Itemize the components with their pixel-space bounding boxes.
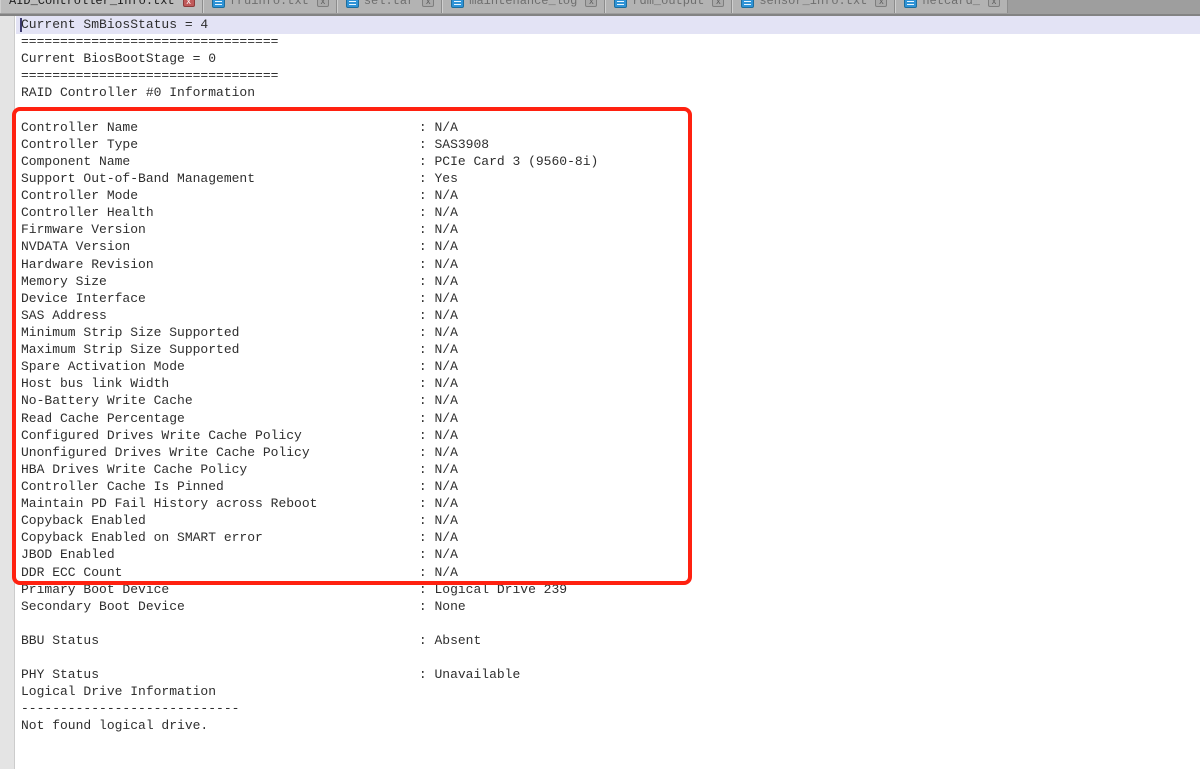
editor-line-kv[interactable]: Maintain PD Fail History across Reboot :… (21, 495, 1200, 512)
editor-line[interactable] (21, 102, 1200, 119)
editor-line-kv[interactable]: Support Out-of-Band Management : Yes (21, 170, 1200, 187)
close-icon[interactable]: x (988, 0, 1000, 7)
editor-line[interactable]: ---------------------------- (21, 700, 1200, 717)
tab-sensor-info-txt[interactable]: sensor_info.txt x (732, 0, 895, 13)
app-window: AID_Controller_Info.txtxfruinfo.txtxsel.… (0, 0, 1200, 769)
editor-line-kv[interactable]: Memory Size : N/A (21, 273, 1200, 290)
editor-pane[interactable]: Current SmBiosStatus = 4================… (0, 16, 1200, 769)
editor-line-kv[interactable]: PHY Status : Unavailable (21, 666, 1200, 683)
tab-aid-controller-info-txt[interactable]: AID_Controller_Info.txt x (0, 0, 203, 13)
tab-label: sensor_info.txt (759, 0, 867, 8)
tabs-row: AID_Controller_Info.txtxfruinfo.txtxsel.… (0, 0, 1008, 13)
editor-line-kv[interactable]: JBOD Enabled : N/A (21, 546, 1200, 563)
editor-line[interactable] (21, 615, 1200, 632)
editor-line-kv[interactable]: Hardware Revision : N/A (21, 256, 1200, 273)
editor-line-kv[interactable]: Device Interface : N/A (21, 290, 1200, 307)
tab-bar: AID_Controller_Info.txtxfruinfo.txtxsel.… (0, 0, 1200, 16)
editor-line-kv[interactable]: Copyback Enabled : N/A (21, 512, 1200, 529)
editor-line[interactable]: ================================= (21, 33, 1200, 50)
editor-line[interactable]: RAID Controller #0 Information (21, 84, 1200, 101)
editor-line-kv[interactable]: Copyback Enabled on SMART error : N/A (21, 529, 1200, 546)
editor-line-kv[interactable]: Secondary Boot Device : None (21, 598, 1200, 615)
editor-line-kv[interactable]: SAS Address : N/A (21, 307, 1200, 324)
editor-line-kv[interactable]: HBA Drives Write Cache Policy : N/A (21, 461, 1200, 478)
editor-line-kv[interactable]: Spare Activation Mode : N/A (21, 358, 1200, 375)
editor-line-kv[interactable]: Controller Health : N/A (21, 204, 1200, 221)
editor-line-kv[interactable]: Firmware Version : N/A (21, 221, 1200, 238)
editor-line[interactable] (21, 649, 1200, 666)
editor-line-kv[interactable]: Minimum Strip Size Supported : N/A (21, 324, 1200, 341)
editor-line-kv[interactable]: Controller Cache Is Pinned : N/A (21, 478, 1200, 495)
editor-line-kv[interactable]: No-Battery Write Cache : N/A (21, 392, 1200, 409)
close-icon[interactable]: x (317, 0, 329, 7)
close-icon[interactable]: x (712, 0, 724, 7)
tab-maintenance-log[interactable]: maintenance_log x (442, 0, 605, 13)
tab-label: AID_Controller_Info.txt (9, 0, 175, 8)
editor-line[interactable]: Current SmBiosStatus = 4 (21, 16, 1200, 33)
close-icon[interactable]: x (422, 0, 434, 7)
file-icon (212, 0, 225, 8)
editor-bookmark-margin (0, 16, 15, 769)
editor-line-kv[interactable]: Controller Name : N/A (21, 119, 1200, 136)
tab-label: maintenance_log (469, 0, 577, 8)
tab-fruinfo-txt[interactable]: fruinfo.txt x (203, 0, 337, 13)
editor-line-kv[interactable]: Component Name : PCIe Card 3 (9560-8i) (21, 153, 1200, 170)
editor-line[interactable]: ================================= (21, 67, 1200, 84)
editor-line-kv[interactable]: Controller Type : SAS3908 (21, 136, 1200, 153)
tab-label: sel.tar (364, 0, 414, 8)
file-icon (451, 0, 464, 8)
tab-netcard-[interactable]: netcard_ x (895, 0, 1008, 13)
editor-line-kv[interactable]: Host bus link Width : N/A (21, 375, 1200, 392)
editor-line[interactable]: Not found logical drive. (21, 717, 1200, 734)
tab-sel-tar[interactable]: sel.tar x (337, 0, 442, 13)
close-icon[interactable]: x (875, 0, 887, 7)
tab-label: netcard_ (922, 0, 980, 8)
editor-line[interactable]: Current BiosBootStage = 0 (21, 50, 1200, 67)
editor-text-area[interactable]: Current SmBiosStatus = 4================… (21, 16, 1200, 735)
tab-label: fruinfo.txt (230, 0, 309, 8)
file-icon (614, 0, 627, 8)
editor-line-kv[interactable]: Primary Boot Device : Logical Drive 239 (21, 581, 1200, 598)
editor-line-kv[interactable]: Unonfigured Drives Write Cache Policy : … (21, 444, 1200, 461)
editor-line-kv[interactable]: BBU Status : Absent (21, 632, 1200, 649)
close-icon[interactable]: x (183, 0, 195, 7)
editor-line-kv[interactable]: Configured Drives Write Cache Policy : N… (21, 427, 1200, 444)
editor-line-kv[interactable]: Maximum Strip Size Supported : N/A (21, 341, 1200, 358)
file-icon (346, 0, 359, 8)
file-icon (741, 0, 754, 8)
editor-line-kv[interactable]: DDR ECC Count : N/A (21, 564, 1200, 581)
editor-line-kv[interactable]: Controller Mode : N/A (21, 187, 1200, 204)
tab-rdm-output[interactable]: rdm_output x (605, 0, 732, 13)
file-icon (904, 0, 917, 8)
editor-line-kv[interactable]: Read Cache Percentage : N/A (21, 410, 1200, 427)
editor-line-kv[interactable]: NVDATA Version : N/A (21, 238, 1200, 255)
close-icon[interactable]: x (585, 0, 597, 7)
editor-line[interactable]: Logical Drive Information (21, 683, 1200, 700)
tab-label: rdm_output (632, 0, 704, 8)
